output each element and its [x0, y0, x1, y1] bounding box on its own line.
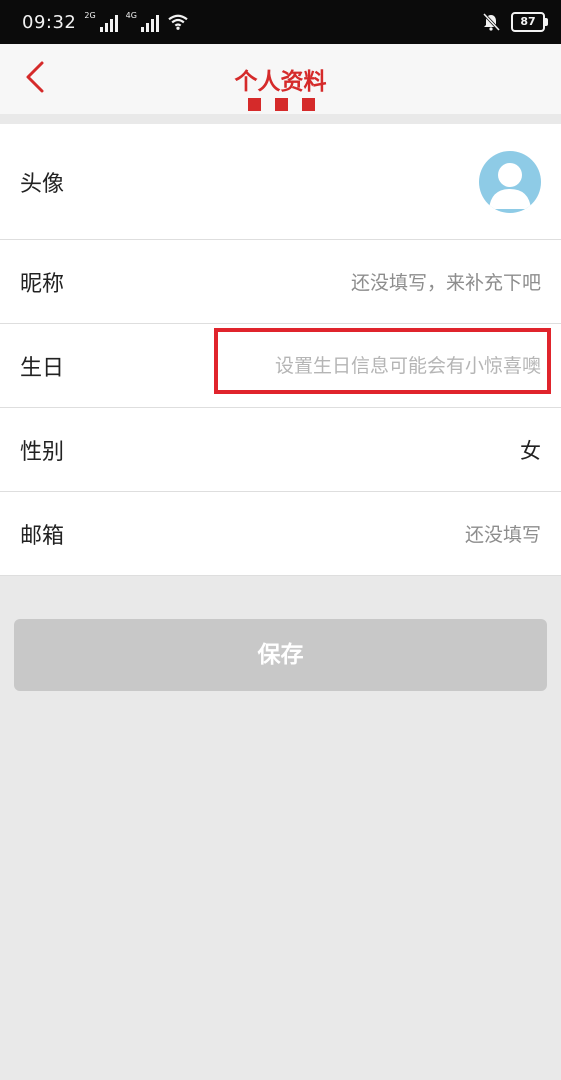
- gender-value[interactable]: 女: [520, 435, 541, 465]
- email-row[interactable]: 邮箱 还没填写: [0, 492, 561, 576]
- profile-list: 头像 昵称 还没填写，来补充下吧 生日 设置生日信息可能会有小惊喜噢 性别 女 …: [0, 124, 561, 576]
- user-silhouette-icon: [489, 162, 531, 209]
- signal-icon: 2G: [84, 12, 118, 32]
- wifi-icon: [168, 14, 188, 30]
- email-field[interactable]: 还没填写: [465, 520, 541, 547]
- highlight-annotation: [214, 328, 551, 394]
- bell-muted-icon: [482, 12, 501, 32]
- clock: 09:32: [22, 11, 77, 33]
- nickname-row[interactable]: 昵称 还没填写，来补充下吧: [0, 240, 561, 324]
- avatar-label: 头像: [20, 171, 65, 197]
- title-decoration: [248, 98, 315, 111]
- email-label: 邮箱: [20, 523, 65, 549]
- nickname-label: 昵称: [20, 271, 65, 297]
- avatar-row[interactable]: 头像: [0, 124, 561, 240]
- signal-icon-secondary: 4G: [126, 12, 159, 32]
- nickname-field[interactable]: 还没填写，来补充下吧: [351, 268, 541, 295]
- nav-header: 个人资料: [0, 44, 561, 114]
- avatar[interactable]: [479, 150, 541, 213]
- status-bar: 09:32 2G 4G 87: [0, 0, 561, 44]
- page-title: 个人资料: [234, 69, 327, 95]
- gender-row[interactable]: 性别 女: [0, 408, 561, 492]
- divider: [0, 114, 561, 124]
- battery-icon: 87: [511, 12, 548, 32]
- gender-label: 性别: [20, 439, 65, 465]
- save-button[interactable]: 保存: [14, 619, 547, 691]
- birthday-label: 生日: [20, 355, 65, 381]
- birthday-row[interactable]: 生日 设置生日信息可能会有小惊喜噢: [0, 324, 561, 408]
